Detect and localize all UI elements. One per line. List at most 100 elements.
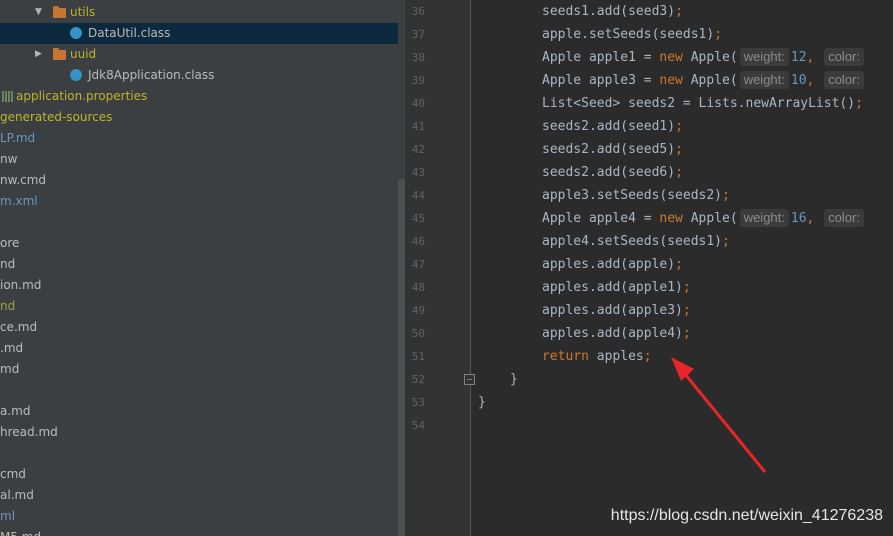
code-line: apple.setSeeds(seeds1);: [542, 23, 722, 46]
tree-item-label: cmd: [0, 467, 26, 481]
tree-item-label: Jdk8Application.class: [88, 68, 215, 82]
code-token: return: [542, 349, 597, 364]
code-token: Apple apple3 =: [542, 73, 660, 88]
tree-item-label: ml: [0, 509, 16, 523]
code-token: ,: [806, 50, 823, 65]
code-line: apples.add(apple);: [542, 253, 683, 276]
code-editor[interactable]: 36 37 38 39 40 41 42 43 44 45 46 47 48 49 50 51 52 53 54 s…: [405, 0, 893, 536]
folder-icon: [53, 48, 66, 60]
tree-item[interactable]: LP.md: [0, 128, 398, 149]
tree-item[interactable]: al.md: [0, 485, 398, 506]
tree-item[interactable]: ▼ utils: [0, 2, 398, 23]
code-token: ;: [643, 349, 652, 364]
tree-item[interactable]: ore: [0, 233, 398, 254]
line-number: 36: [411, 5, 425, 18]
tree-item-label: DataUtil.class: [88, 26, 171, 40]
line-number: 39: [411, 74, 425, 87]
code-token: ;: [675, 119, 683, 134]
tree-item[interactable]: [0, 443, 398, 464]
code-line: }: [478, 391, 486, 414]
code-token: apple.setSeeds(seeds1): [542, 27, 715, 42]
code-line: return apples;: [542, 345, 652, 368]
tree-item-label: utils: [70, 5, 96, 19]
line-number: 48: [411, 281, 425, 294]
code-line: apples.add(apple1);: [542, 276, 691, 299]
tree-item-label: m.xml: [0, 194, 38, 208]
tree-item[interactable]: .md: [0, 338, 398, 359]
tree-scrollbar[interactable]: [398, 179, 405, 536]
code-token: apples.add(apple4): [542, 326, 683, 341]
tree-item[interactable]: m.xml: [0, 191, 398, 212]
tree-item-label: uuid: [70, 47, 97, 61]
tree-item-label: nw.cmd: [0, 173, 47, 187]
code-token: Apple(: [690, 50, 738, 65]
code-line: }: [510, 368, 518, 391]
line-number: 51: [411, 350, 425, 363]
tree-item-label: ore: [0, 236, 20, 250]
tree-item[interactable]: nw.cmd: [0, 170, 398, 191]
code-token: 12: [790, 50, 807, 65]
tree-item-label: nd: [0, 299, 16, 313]
code-token: seeds1.add(seed3): [542, 4, 676, 19]
tree-item-label: ce.md: [0, 320, 38, 334]
tree-item[interactable]: Jdk8Application.class: [0, 65, 398, 86]
tree-item[interactable]: generated-sources: [0, 107, 398, 128]
tree-item[interactable]: nd: [0, 254, 398, 275]
parameter-hint: color:: [824, 71, 864, 89]
line-number: 53: [411, 396, 425, 409]
code-token: List<Seed> seeds2 = Lists.newArrayList(): [542, 96, 856, 111]
code-token: ;: [675, 142, 683, 157]
tree-item[interactable]: ▶ uuid: [0, 44, 398, 65]
expanded-arrow-icon[interactable]: ▼: [35, 2, 42, 23]
code-token: }: [478, 395, 486, 410]
code-token: ;: [714, 27, 723, 42]
parameter-hint: color:: [824, 209, 864, 227]
code-token: 16: [790, 211, 807, 226]
line-number: 41: [411, 120, 425, 133]
tree-item[interactable]: nw: [0, 149, 398, 170]
tree-item[interactable]: hread.md: [0, 422, 398, 443]
code-token: seeds2.add(seed5): [542, 142, 676, 157]
code-token: ,: [806, 73, 823, 88]
code-token: ;: [675, 165, 683, 180]
code-line: apples.add(apple4);: [542, 322, 691, 345]
code-token: apples.add(apple): [542, 257, 676, 272]
parameter-hint: weight:: [739, 209, 789, 227]
tree-item[interactable]: DataUtil.class: [0, 23, 398, 44]
code-token: ;: [722, 188, 730, 203]
tree-item[interactable]: ce.md: [0, 317, 398, 338]
code-line: Apple apple3 = new Apple(weight: 10, colo…: [542, 69, 866, 92]
code-token: new: [659, 50, 691, 65]
line-number: 52: [411, 373, 425, 386]
line-number: 43: [411, 166, 425, 179]
tree-item[interactable]: a.md: [0, 401, 398, 422]
code-line: seeds2.add(seed1);: [542, 115, 683, 138]
tree-item[interactable]: [0, 212, 398, 233]
tree-item[interactable]: ion.md: [0, 275, 398, 296]
code-token: ,: [806, 211, 823, 226]
fold-marker-icon[interactable]: [464, 374, 475, 385]
code-token: apples.add(apple3): [542, 303, 683, 318]
line-number: 37: [411, 28, 425, 41]
tree-item[interactable]: cmd: [0, 464, 398, 485]
code-token: ;: [682, 303, 691, 318]
folder-icon: [53, 6, 66, 18]
tree-item-label: a.md: [0, 404, 31, 418]
line-number: 50: [411, 327, 425, 340]
tree-item[interactable]: M5.md: [0, 527, 398, 536]
tree-item[interactable]: [0, 380, 398, 401]
tree-item[interactable]: nd: [0, 296, 398, 317]
class-file-icon: [70, 69, 82, 81]
line-number: 40: [411, 97, 425, 110]
tree-item-label: nd: [0, 257, 16, 271]
tree-item[interactable]: md: [0, 359, 398, 380]
line-number: 54: [411, 419, 425, 432]
tree-item[interactable]: application.properties: [0, 86, 398, 107]
collapsed-arrow-icon[interactable]: ▶: [35, 44, 42, 65]
code-line: Apple apple4 = new Apple(weight: 16, colo…: [542, 207, 866, 230]
line-number: 45: [411, 212, 425, 225]
line-number: 46: [411, 235, 425, 248]
tree-item-label: md: [0, 362, 20, 376]
tree-item[interactable]: ml: [0, 506, 398, 527]
parameter-hint: weight:: [739, 71, 789, 89]
